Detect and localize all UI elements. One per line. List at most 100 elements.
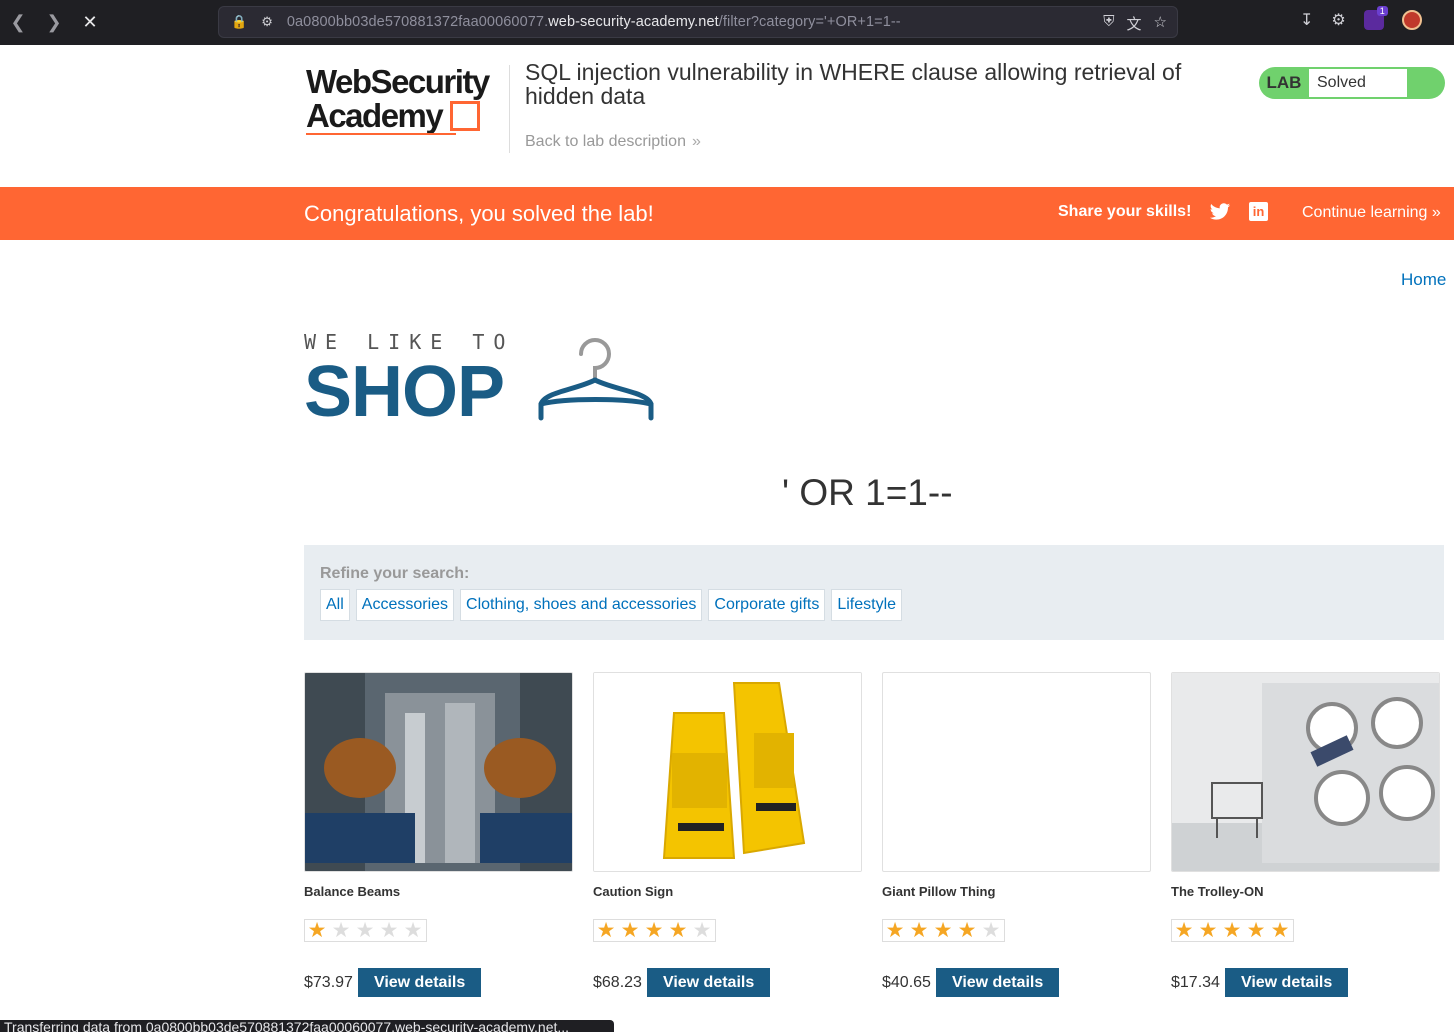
- star-icon: ★: [1222, 919, 1242, 942]
- product-card: Balance Beams ★ ★ ★ ★ ★ $73.97 View details: [304, 672, 573, 997]
- academy-header: WebSecurity Academy SQL injection vulner…: [0, 45, 1454, 187]
- search-term-heading: ' OR 1=1--: [782, 472, 953, 513]
- product-grid: Balance Beams ★ ★ ★ ★ ★ $73.97 View details …: [304, 672, 1440, 997]
- filter-accessories[interactable]: Accessories: [355, 589, 455, 621]
- product-price: $40.65: [882, 973, 931, 991]
- congrats-message: Congratulations, you solved the lab!: [304, 201, 654, 226]
- url-path: /filter?category='+OR+1=1--: [718, 14, 901, 30]
- stop-loading-icon[interactable]: ✕: [72, 0, 108, 45]
- refine-label: Refine your search:: [320, 565, 470, 582]
- rating-stars: ★ ★ ★ ★ ★: [882, 919, 1005, 942]
- category-filters: All Accessories Clothing, shoes and acce…: [320, 589, 903, 621]
- refine-search-panel: Refine your search: All Accessories Clot…: [304, 545, 1444, 640]
- rating-stars: ★ ★ ★ ★ ★: [304, 919, 427, 942]
- url-text[interactable]: 0a0800bb03de570881372faa00060077.web-sec…: [287, 14, 901, 30]
- star-icon: ★: [692, 919, 712, 942]
- browser-status-bar: Transferring data from 0a0800bb03de57088…: [0, 1020, 614, 1032]
- shop-logo-word: SHOP: [304, 352, 505, 432]
- linkedin-icon[interactable]: in: [1249, 202, 1268, 221]
- star-icon: ★: [933, 919, 953, 942]
- lab-badge-label: LAB: [1266, 73, 1302, 92]
- lab-status-badge: LAB Solved: [1259, 67, 1445, 99]
- solved-banner: Congratulations, you solved the lab! Sha…: [0, 187, 1454, 240]
- star-icon: ★: [620, 919, 640, 942]
- view-details-button[interactable]: View details: [357, 968, 482, 997]
- rating-stars: ★ ★ ★ ★ ★: [593, 919, 716, 942]
- lab-title: SQL injection vulnerability in WHERE cla…: [525, 59, 1182, 109]
- product-image-trolley-on[interactable]: [1171, 672, 1440, 872]
- view-details-button[interactable]: View details: [646, 968, 771, 997]
- star-icon: ★: [1246, 919, 1266, 942]
- product-image-balance-beams[interactable]: [304, 672, 573, 872]
- share-label: Share your skills!: [1058, 203, 1192, 220]
- product-price: $68.23: [593, 973, 642, 991]
- continue-learning-label: Continue learning: [1302, 204, 1428, 221]
- twitter-icon[interactable]: [1209, 201, 1231, 223]
- product-price: $73.97: [304, 973, 353, 991]
- download-icon[interactable]: ↧: [1300, 10, 1313, 30]
- double-chevron-icon: »: [1431, 204, 1441, 221]
- star-icon: ★: [379, 919, 399, 942]
- extension-badge-count: 1: [1376, 6, 1388, 16]
- star-icon: ★: [668, 919, 688, 942]
- lock-icon[interactable]: 🔒: [231, 14, 247, 30]
- home-link[interactable]: Home: [1401, 270, 1446, 290]
- filter-all[interactable]: All: [320, 589, 350, 621]
- star-icon: ★: [1270, 919, 1290, 942]
- web-security-academy-logo[interactable]: WebSecurity Academy: [306, 65, 506, 137]
- star-icon: ★: [981, 919, 1001, 942]
- logo-mark-icon: [450, 101, 481, 131]
- product-price: $17.34: [1171, 973, 1220, 991]
- star-icon: ★: [885, 919, 905, 942]
- star-icon: ★: [644, 919, 664, 942]
- view-details-button[interactable]: View details: [1224, 968, 1349, 997]
- filter-clothing[interactable]: Clothing, shoes and accessories: [460, 589, 703, 621]
- url-prefix: 0a0800bb03de570881372faa00060077.: [286, 14, 549, 30]
- star-icon: ★: [307, 919, 327, 942]
- star-icon: ★: [403, 919, 423, 942]
- filter-lifestyle[interactable]: Lifestyle: [831, 589, 903, 621]
- view-details-button[interactable]: View details: [935, 968, 1060, 997]
- product-image-giant-pillow-thing[interactable]: [882, 672, 1151, 872]
- product-card: Caution Sign ★ ★ ★ ★ ★ $68.23 View details: [593, 672, 862, 997]
- product-card: Giant Pillow Thing ★ ★ ★ ★ ★ $40.65 View det…: [882, 672, 1151, 997]
- star-icon: ★: [1198, 919, 1218, 942]
- extension-badge-icon[interactable]: 1: [1363, 6, 1388, 30]
- product-name: Giant Pillow Thing: [882, 884, 996, 899]
- back-to-lab-link[interactable]: Back to lab description »: [525, 133, 701, 151]
- star-icon: ★: [331, 919, 351, 942]
- product-name: Caution Sign: [593, 884, 674, 899]
- browser-toolbar: ❮ ❯ ✕ 🔒 ⚙ 0a0800bb03de570881372faa000600…: [0, 0, 1454, 45]
- url-host: web-security-academy.net: [548, 14, 719, 30]
- logo-underline: [306, 133, 456, 135]
- shop-logo-tagline: WE LIKE TO: [304, 330, 515, 354]
- star-icon: ★: [957, 919, 977, 942]
- filter-corporate-gifts[interactable]: Corporate gifts: [708, 589, 826, 621]
- translate-icon[interactable]: 文: [1127, 13, 1142, 34]
- forward-arrow-icon[interactable]: ❯: [36, 0, 72, 45]
- double-chevron-icon: »: [691, 133, 701, 150]
- star-icon: ★: [596, 919, 616, 942]
- logo-line-2: Academy: [306, 97, 444, 134]
- back-link-label: Back to lab description: [525, 133, 686, 150]
- star-icon: ★: [355, 919, 375, 942]
- product-name: The Trolley-ON: [1171, 884, 1264, 899]
- star-icon: ★: [1174, 919, 1194, 942]
- star-icon: ★: [909, 919, 929, 942]
- continue-learning-link[interactable]: Continue learning »: [1302, 204, 1441, 222]
- back-arrow-icon[interactable]: ❮: [0, 0, 36, 45]
- address-bar[interactable]: 🔒 ⚙ 0a0800bb03de570881372faa00060077.web…: [218, 6, 1178, 38]
- profile-avatar[interactable]: [1401, 10, 1422, 30]
- bookmark-star-icon[interactable]: ☆: [1154, 13, 1167, 34]
- lab-status-text: Solved: [1309, 69, 1407, 97]
- product-card: The Trolley-ON ★ ★ ★ ★ ★ $17.34 View details: [1171, 672, 1440, 997]
- site-settings-icon[interactable]: ⚙: [261, 14, 273, 30]
- header-divider: [509, 65, 510, 153]
- extensions-icon[interactable]: ⚙: [1331, 10, 1345, 30]
- shield-icon[interactable]: ⛨: [1103, 13, 1114, 34]
- logo-line-1: WebSecurity: [306, 63, 490, 100]
- product-image-caution-sign[interactable]: [593, 672, 862, 872]
- hanger-icon: [538, 338, 654, 421]
- rating-stars: ★ ★ ★ ★ ★: [1171, 919, 1294, 942]
- shop-logo: WE LIKE TO SHOP: [304, 330, 514, 428]
